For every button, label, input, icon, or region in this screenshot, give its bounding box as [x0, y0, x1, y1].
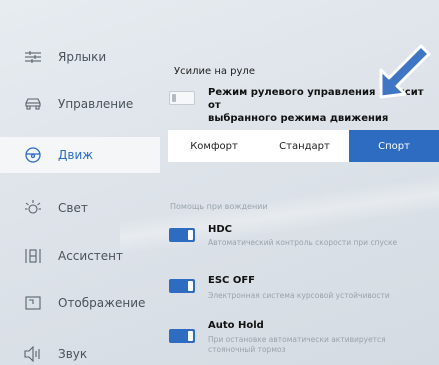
- steering-section-title: Усилие на руле: [174, 66, 255, 77]
- steering-mode-toggle[interactable]: [169, 91, 195, 105]
- hdc-desc-line1: Автоматический контроль скорости при спу…: [208, 238, 398, 247]
- auto-hold-title: Auto Hold: [208, 320, 264, 331]
- hdc-toggle[interactable]: [169, 228, 195, 242]
- steering-option-line2: выбранного режима движения: [208, 113, 389, 124]
- sidebar-item-control[interactable]: Управление: [0, 86, 160, 122]
- assist-section-label: Помощь при вождении: [170, 202, 268, 211]
- toggle-knob: [188, 331, 193, 341]
- auto-hold-description: При остановке автоматически активируется…: [208, 335, 386, 355]
- background-shine: [120, 150, 439, 270]
- steering-wheel-icon: [24, 146, 42, 164]
- speaker-icon: [24, 345, 42, 363]
- sidebar-label-display: Отображение: [58, 296, 146, 310]
- toggle-knob: [172, 94, 176, 102]
- assistant-icon: [24, 247, 42, 265]
- hdc-description: Автоматический контроль скорости при спу…: [208, 238, 397, 248]
- settings-screen: Ярлыки Управление Движ Свет Ассистент От…: [0, 0, 439, 365]
- sidebar-item-assistant[interactable]: Ассистент: [0, 238, 160, 274]
- sidebar-label-driving: Движ: [58, 148, 94, 162]
- auto-hold-desc-line1: При остановке автоматически активируется: [208, 335, 386, 344]
- mode-standard-button[interactable]: Стандарт: [260, 130, 349, 162]
- auto-hold-toggle[interactable]: [169, 329, 195, 343]
- toggle-knob: [188, 281, 193, 291]
- esc-off-desc-line1: Электронная система курсовой устойчивост…: [208, 291, 390, 300]
- sidebar-item-driving[interactable]: Движ: [0, 137, 160, 173]
- car-icon: [24, 95, 42, 113]
- hdc-title: HDC: [208, 224, 233, 235]
- sidebar-item-display[interactable]: Отображение: [0, 285, 160, 321]
- sidebar-item-sound[interactable]: Звук: [0, 336, 160, 365]
- esc-off-toggle[interactable]: [169, 279, 195, 293]
- mode-sport-button[interactable]: Спорт: [349, 130, 439, 162]
- pointer-arrow-icon: [379, 44, 431, 99]
- sidebar-label-shortcuts: Ярлыки: [58, 50, 107, 64]
- mode-comfort-button[interactable]: Комфорт: [168, 130, 260, 162]
- shortcuts-icon: [24, 48, 42, 66]
- steering-mode-selector: Комфорт Стандарт Спорт: [168, 130, 439, 162]
- esc-off-title: ESC OFF: [208, 275, 256, 286]
- sidebar-item-shortcuts[interactable]: Ярлыки: [0, 39, 160, 75]
- light-icon: [24, 199, 42, 217]
- toggle-knob: [188, 230, 193, 240]
- sidebar-label-light: Свет: [58, 201, 88, 215]
- display-icon: [24, 294, 42, 312]
- sidebar-label-assistant: Ассистент: [58, 249, 124, 263]
- sidebar-item-light[interactable]: Свет: [0, 190, 160, 226]
- sidebar-label-sound: Звук: [58, 347, 88, 361]
- auto-hold-desc-line2: стояночный тормоз: [208, 345, 286, 354]
- sidebar-label-control: Управление: [58, 97, 134, 111]
- esc-off-description: Электронная система курсовой устойчивост…: [208, 291, 390, 301]
